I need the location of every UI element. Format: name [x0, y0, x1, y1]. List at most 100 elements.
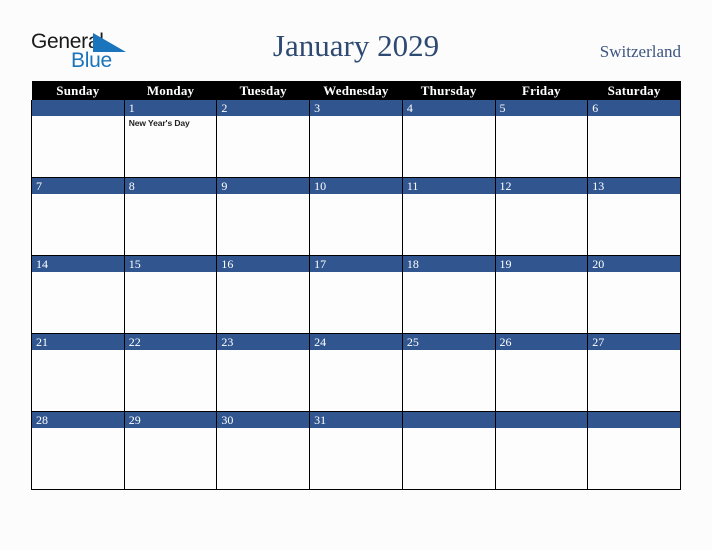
calendar-table: Sunday Monday Tuesday Wednesday Thursday Frid… — [31, 81, 681, 490]
calendar-empty-cell[interactable] — [31, 100, 125, 178]
calendar-day-cell[interactable]: 29 — [123, 411, 218, 490]
day-cell-inner: 12 — [495, 178, 588, 255]
day-number: 5 — [495, 100, 588, 116]
calendar-day-cell[interactable]: 6 — [587, 100, 681, 178]
day-events — [496, 272, 588, 274]
calendar-day-cell[interactable]: 23 — [216, 333, 311, 412]
day-cell-inner: 23 — [217, 334, 310, 411]
day-number: 20 — [588, 256, 680, 272]
day-number: 30 — [217, 412, 310, 428]
calendar-day-cell[interactable]: 21 — [31, 333, 125, 412]
page-header: General Blue January 2029 Switzerland — [0, 0, 712, 80]
day-events — [496, 350, 588, 352]
day-events — [403, 272, 495, 274]
day-cell-inner: 9 — [217, 178, 310, 255]
calendar-day-cell[interactable]: 22 — [123, 333, 218, 412]
day-events — [310, 272, 402, 274]
calendar-empty-cell[interactable] — [401, 411, 496, 490]
calendar-day-cell[interactable]: 15 — [123, 255, 218, 334]
day-events — [32, 350, 124, 352]
day-events — [125, 194, 217, 196]
day-number: 9 — [217, 178, 310, 194]
day-number: 23 — [217, 334, 310, 350]
day-events — [588, 272, 680, 274]
day-number — [32, 100, 124, 116]
day-cell-inner: 14 — [32, 256, 124, 333]
weekday-header-wednesday: Wednesday — [309, 81, 403, 100]
day-events — [496, 194, 588, 196]
day-events — [125, 272, 217, 274]
calendar-day-cell[interactable]: 26 — [494, 333, 589, 412]
day-cell-inner: 1 New Year's Day — [124, 100, 217, 177]
calendar-empty-cell[interactable] — [587, 411, 681, 490]
day-events — [310, 116, 402, 118]
day-events: New Year's Day — [125, 116, 217, 129]
day-cell-inner — [32, 100, 124, 177]
calendar-day-cell[interactable]: 25 — [401, 333, 496, 412]
country-label: Switzerland — [599, 42, 681, 61]
day-events — [32, 428, 124, 430]
day-events — [403, 428, 495, 430]
calendar-day-cell[interactable]: 16 — [216, 255, 311, 334]
day-number: 6 — [588, 100, 680, 116]
day-number: 25 — [402, 334, 495, 350]
day-number: 22 — [124, 334, 217, 350]
day-number: 4 — [402, 100, 495, 116]
day-number: 8 — [124, 178, 217, 194]
calendar-day-cell[interactable]: 3 — [309, 100, 403, 178]
day-number: 10 — [310, 178, 402, 194]
calendar-week-row: 21 22 23 24 25 26 27 — [31, 333, 681, 412]
calendar-day-cell[interactable]: 19 — [494, 255, 589, 334]
day-number: 27 — [588, 334, 680, 350]
day-cell-inner: 30 — [217, 412, 310, 489]
day-cell-inner: 25 — [402, 334, 495, 411]
calendar-day-cell[interactable]: 14 — [31, 255, 125, 334]
calendar-day-cell[interactable]: 27 — [587, 333, 681, 412]
calendar-day-cell[interactable]: 31 — [309, 411, 403, 490]
calendar-day-cell[interactable]: 5 — [494, 100, 589, 178]
calendar-day-cell[interactable]: 30 — [216, 411, 311, 490]
calendar-day-cell[interactable]: 28 — [31, 411, 125, 490]
calendar-day-cell[interactable]: 12 — [494, 177, 589, 256]
day-cell-inner: 7 — [32, 178, 124, 255]
calendar-day-cell[interactable]: 10 — [309, 177, 403, 256]
day-cell-inner: 5 — [495, 100, 588, 177]
calendar-day-cell[interactable]: 7 — [31, 177, 125, 256]
day-number — [495, 412, 588, 428]
day-cell-inner: 16 — [217, 256, 310, 333]
calendar-day-cell[interactable]: 8 — [123, 177, 218, 256]
weekday-header-thursday: Thursday — [402, 81, 496, 100]
day-number: 15 — [124, 256, 217, 272]
calendar-empty-cell[interactable] — [494, 411, 589, 490]
calendar-day-cell[interactable]: 1 New Year's Day — [123, 100, 218, 178]
day-events — [217, 116, 309, 118]
day-events — [32, 272, 124, 274]
day-number — [402, 412, 495, 428]
day-cell-inner: 10 — [310, 178, 402, 255]
calendar-header-row: Sunday Monday Tuesday Wednesday Thursday Frid… — [31, 81, 681, 100]
calendar-week-row: 7 8 9 10 11 12 13 — [31, 177, 681, 256]
day-events — [32, 194, 124, 196]
calendar-body: 1 New Year's Day 2 3 4 5 6 7 8 9 10 11 12 13 14 15 16 17 1… — [31, 100, 681, 490]
day-number: 1 — [124, 100, 217, 116]
calendar-day-cell[interactable]: 9 — [216, 177, 311, 256]
day-events — [125, 428, 217, 430]
day-number: 16 — [217, 256, 310, 272]
day-events — [496, 428, 588, 430]
day-events — [310, 350, 402, 352]
calendar-day-cell[interactable]: 18 — [401, 255, 496, 334]
calendar-day-cell[interactable]: 13 — [587, 177, 681, 256]
day-cell-inner: 22 — [124, 334, 217, 411]
day-events — [217, 272, 309, 274]
calendar-day-cell[interactable]: 24 — [309, 333, 403, 412]
day-number: 21 — [32, 334, 124, 350]
day-number: 13 — [588, 178, 680, 194]
calendar-day-cell[interactable]: 4 — [401, 100, 496, 178]
calendar-day-cell[interactable]: 11 — [401, 177, 496, 256]
day-events — [310, 194, 402, 196]
calendar-day-cell[interactable]: 17 — [309, 255, 403, 334]
calendar-day-cell[interactable]: 2 — [216, 100, 311, 178]
calendar-day-cell[interactable]: 20 — [587, 255, 681, 334]
day-events — [588, 116, 680, 118]
day-events — [217, 428, 309, 430]
